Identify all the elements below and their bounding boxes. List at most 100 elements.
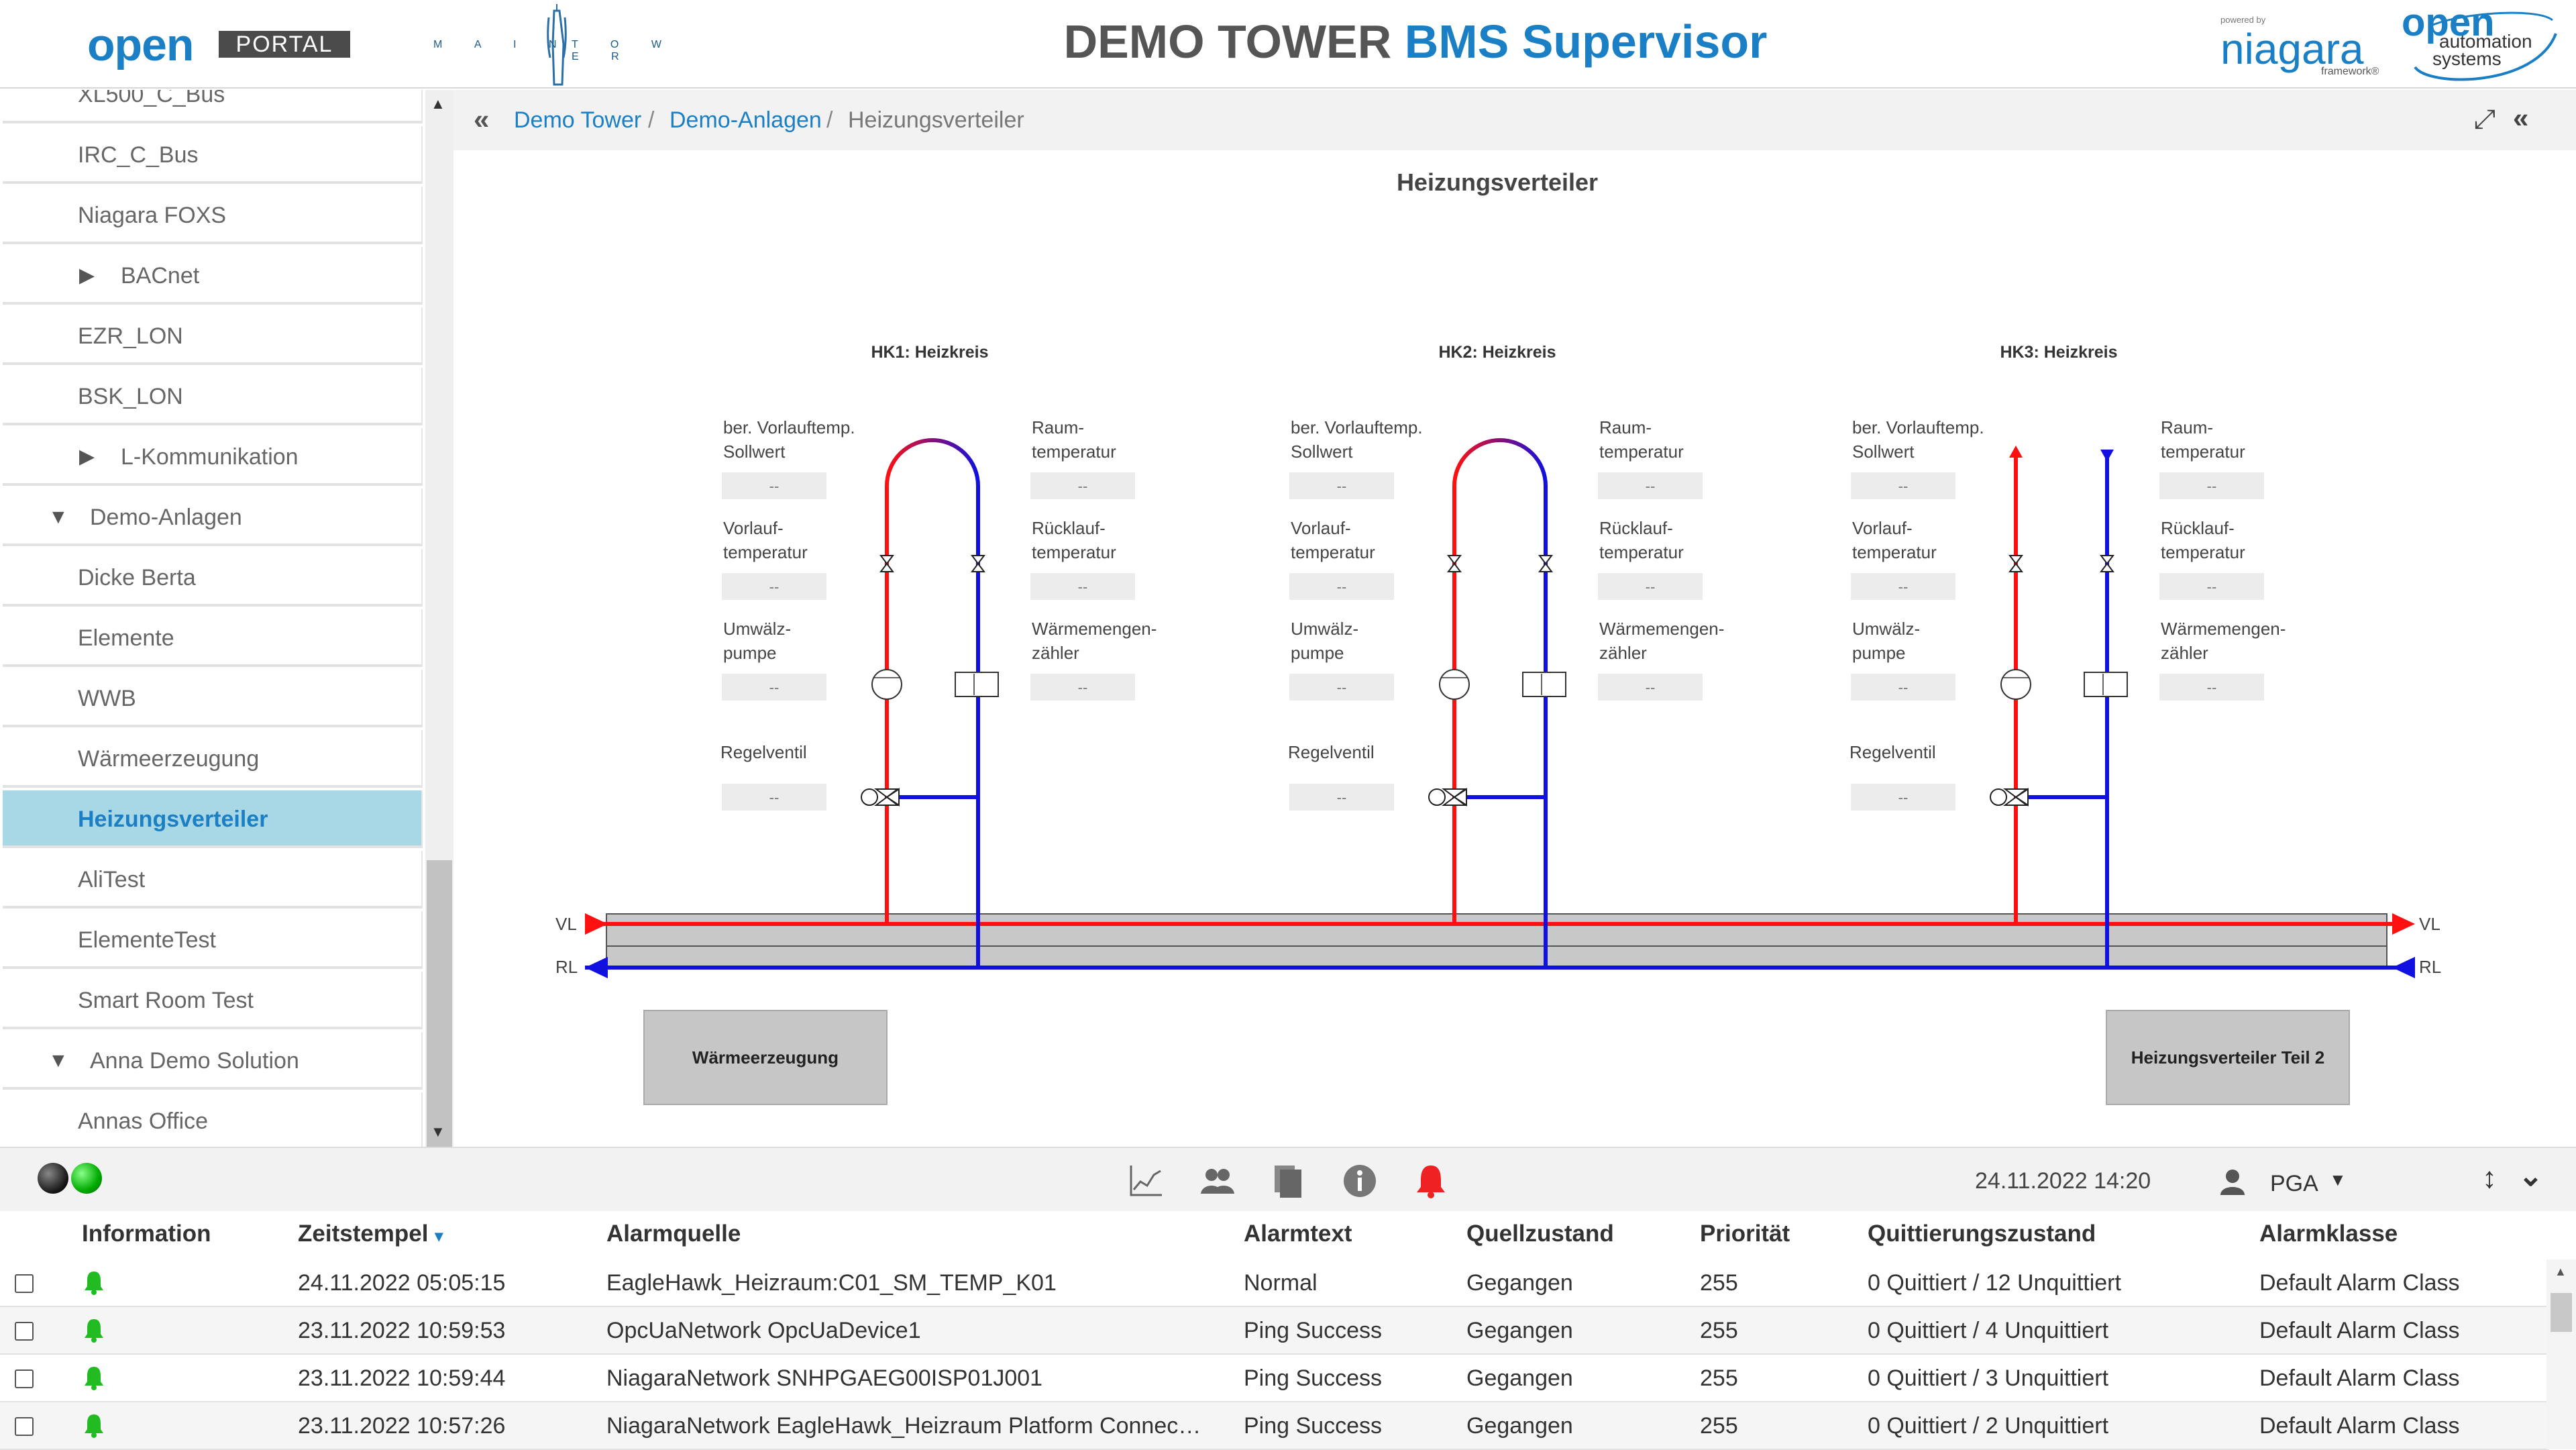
return-temp-label: temperatur (1599, 542, 1684, 562)
column-header-label: Zeitstempel (298, 1221, 429, 1247)
breadcrumb-demo-tower[interactable]: Demo Tower (514, 107, 641, 134)
sidebar-item-smart-room-test[interactable]: Smart Room Test (3, 972, 423, 1029)
alarm-bell-icon[interactable] (1413, 1163, 1449, 1199)
scroll-down-icon[interactable]: ▼ (431, 1123, 445, 1141)
column-header-alarmtext[interactable]: Alarmtext (1244, 1221, 1352, 1247)
sidebar-item-irc-c-bus[interactable]: IRC_C_Bus (3, 126, 423, 184)
sidebar-item-ezr-lon[interactable]: EZR_LON (3, 307, 423, 365)
sidebar-item-demo-anlagen[interactable]: ▼ Demo-Anlagen (3, 488, 423, 546)
setpoint-label: ber. Vorlauftemp. (1291, 417, 1423, 437)
setpoint-label: ber. Vorlauftemp. (723, 417, 855, 437)
user-icon[interactable] (2219, 1168, 2246, 1196)
cell-quittierungszustand: 0 Quittiert / 2 Unquittiert (1868, 1413, 2109, 1439)
supply-in-arrow-icon (585, 913, 608, 935)
sidebar-item-anna-demo-solution[interactable]: ▼ Anna Demo Solution (3, 1032, 423, 1090)
sidebar-item-elemente[interactable]: Elemente (3, 609, 423, 667)
collapse-arrow-icon[interactable]: ▼ (48, 488, 68, 546)
rl-label-right: RL (2419, 957, 2441, 977)
sidebar-item-bacnet[interactable]: ▶ BACnet (3, 247, 423, 305)
room-temp-label: Raum- (1032, 417, 1084, 437)
expand-arrow-icon[interactable]: ▶ (79, 428, 95, 486)
documents-icon[interactable] (1271, 1163, 1307, 1199)
chart-icon[interactable] (1128, 1163, 1165, 1199)
sidebar-item-label: ElementeTest (78, 927, 216, 953)
waermeerzeugung-nav-label: Wärmeerzeugung (692, 1047, 839, 1068)
column-header-information[interactable]: Information (82, 1221, 211, 1247)
resize-vertical-icon[interactable]: ↕ (2482, 1161, 2497, 1195)
column-header-alarmklasse[interactable]: Alarmklasse (2259, 1221, 2398, 1247)
sidebar-item-annas-office[interactable]: Annas Office (3, 1092, 423, 1147)
heat-meter-icon[interactable] (2084, 672, 2128, 697)
sidebar-item-heizungsverteiler[interactable]: Heizungsverteiler (3, 790, 423, 848)
cell-priorität: 255 (1700, 1318, 1738, 1343)
sidebar-item-dicke-berta[interactable]: Dicke Berta (3, 549, 423, 607)
table-row[interactable]: 23.11.2022 10:59:53 OpcUaNetwork OpcUaDev… (0, 1307, 2549, 1355)
sidebar-item-label: XL500_C_Bus (78, 90, 225, 107)
column-header-quellzustand[interactable]: Quellzustand (1466, 1221, 1614, 1247)
cell-quellzustand: Gegangen (1466, 1413, 1573, 1439)
sidebar-item-elementetest[interactable]: ElementeTest (3, 911, 423, 969)
heat-meter-icon[interactable] (1522, 672, 1566, 697)
sidebar-scroll-thumb[interactable] (427, 860, 452, 1147)
sidebar-scrollbar[interactable]: ▲ ▼ (425, 90, 453, 1147)
row-checkbox[interactable] (15, 1369, 34, 1388)
column-header-zeitstempel[interactable]: Zeitstempel ▾ (298, 1221, 443, 1247)
info-icon[interactable] (1342, 1163, 1378, 1199)
status-led-off (38, 1163, 68, 1194)
scroll-up-icon[interactable]: ▲ (2555, 1265, 2567, 1279)
setpoint-label: ber. Vorlauftemp. (1852, 417, 1984, 437)
pump-icon[interactable] (2000, 669, 2031, 700)
pump-icon[interactable] (871, 669, 902, 700)
supply-out-arrow-icon (2392, 913, 2415, 935)
expand-arrow-icon[interactable]: ▶ (79, 247, 95, 305)
status-bar: 24.11.2022 14:20 PGA ▼ ↕ ⌄ (0, 1147, 2576, 1211)
users-icon[interactable] (1199, 1163, 1236, 1199)
row-checkbox[interactable] (15, 1322, 34, 1341)
column-header-priorität[interactable]: Priorität (1700, 1221, 1790, 1247)
column-header-quittierungszustand[interactable]: Quittierungszustand (1868, 1221, 2096, 1247)
breadcrumb-demo-anlagen[interactable]: Demo-Anlagen (669, 107, 822, 134)
column-header-alarmquelle[interactable]: Alarmquelle (606, 1221, 741, 1247)
alarm-table-scrollbar[interactable]: ▲ (2546, 1259, 2576, 1449)
sidebar-item-niagara-foxs[interactable]: Niagara FOXS (3, 187, 423, 244)
heat-meter-label: zähler (1032, 643, 1079, 663)
oas-systems-text: systems (2432, 48, 2502, 69)
cell-alarmtext: Ping Success (1244, 1413, 1382, 1439)
alarm-scroll-thumb[interactable] (2551, 1293, 2572, 1332)
double-chevron-left-icon[interactable]: « (474, 103, 489, 136)
heat-meter-icon[interactable] (955, 672, 999, 697)
cell-zeitstempel: 23.11.2022 10:59:53 (298, 1318, 506, 1343)
sidebar-item-wwb[interactable]: WWB (3, 670, 423, 727)
sidebar-item-bsk-lon[interactable]: BSK_LON (3, 368, 423, 425)
cell-alarmklasse: Default Alarm Class (2259, 1270, 2460, 1296)
sidebar-item-l-kommunikation[interactable]: ▶ L-Kommunikation (3, 428, 423, 486)
sidebar-item-wärmeerzeugung[interactable]: Wärmeerzeugung (3, 730, 423, 788)
sidebar-item-xl500-c-bus[interactable]: XL500_C_Bus (3, 90, 423, 123)
sort-descending-icon[interactable]: ▾ (435, 1227, 443, 1245)
room-temp-value: -- (1646, 478, 1656, 495)
cell-quellzustand: Gegangen (1466, 1318, 1573, 1343)
collapse-icon[interactable]: « (2513, 102, 2528, 134)
chevron-down-icon[interactable]: ▼ (2329, 1170, 2347, 1190)
heizungsverteiler-teil2-nav-button[interactable]: Heizungsverteiler Teil 2 (2106, 1010, 2350, 1105)
row-checkbox[interactable] (15, 1417, 34, 1436)
waermeerzeugung-nav-button[interactable]: Wärmeerzeugung (643, 1010, 888, 1105)
collapse-arrow-icon[interactable]: ▼ (48, 1032, 68, 1090)
cell-zeitstempel: 23.11.2022 10:59:44 (298, 1365, 506, 1391)
valve-actuator-icon (1990, 788, 2007, 806)
table-row[interactable]: 23.11.2022 10:59:44 NiagaraNetwork SNHPGA… (0, 1355, 2549, 1402)
row-checkbox[interactable] (15, 1274, 34, 1293)
double-chevron-down-icon[interactable]: ⌄ (2518, 1159, 2543, 1193)
table-row[interactable]: 24.11.2022 05:05:15 EagleHawk_Heizraum:C0… (0, 1259, 2549, 1307)
table-row[interactable]: 23.11.2022 10:57:26 NiagaraNetwork EagleH… (0, 1402, 2549, 1450)
user-name[interactable]: PGA (2270, 1171, 2318, 1197)
return-temp-value: -- (2207, 578, 2217, 595)
setpoint-label: Sollwert (1291, 442, 1353, 462)
sidebar-item-label: Niagara FOXS (78, 203, 227, 228)
supply-temp-label: temperatur (1852, 542, 1937, 562)
fullscreen-icon[interactable]: ⤢ (2474, 105, 2496, 135)
sidebar-item-alitest[interactable]: AliTest (3, 851, 423, 909)
scroll-up-icon[interactable]: ▲ (431, 95, 445, 113)
sidebar-item-label: Anna Demo Solution (90, 1048, 299, 1074)
pump-icon[interactable] (1439, 669, 1470, 700)
